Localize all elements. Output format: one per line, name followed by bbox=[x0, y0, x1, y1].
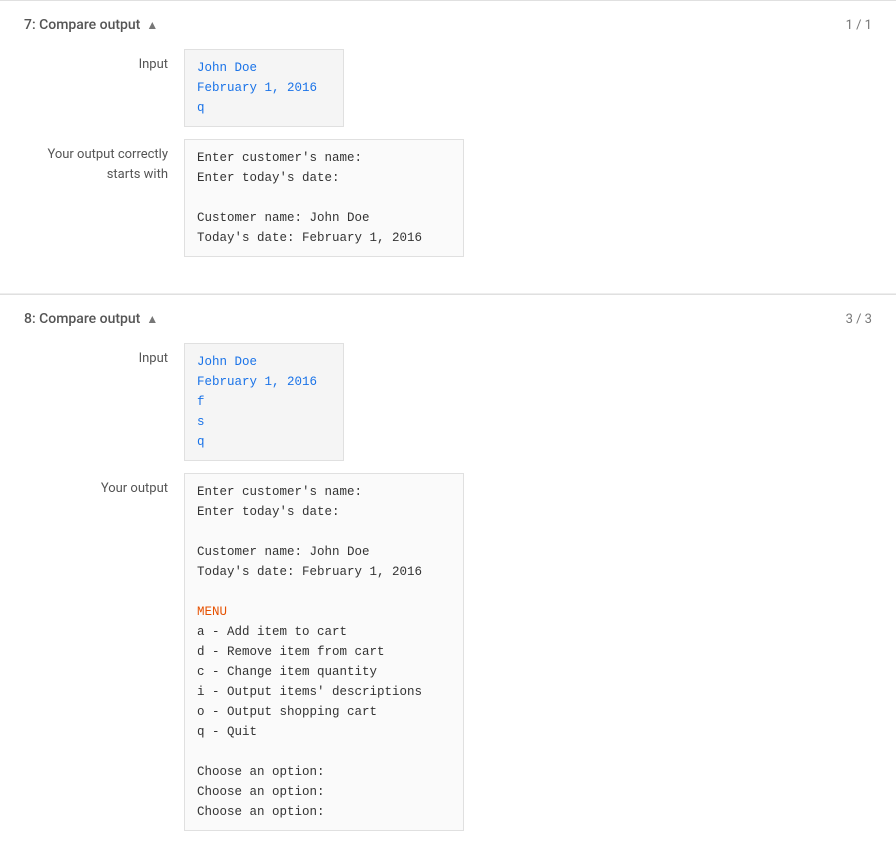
section-7-header: 7: Compare output ▲ 1 / 1 bbox=[24, 17, 872, 33]
section-8-input-box: John Doe February 1, 2016 f s q bbox=[184, 343, 344, 461]
section-8-output-label: Your output bbox=[24, 473, 184, 499]
section-8-input-f: f bbox=[197, 395, 205, 409]
section-8-menu-i: i - Output items' descriptions bbox=[197, 685, 422, 699]
section-8-menu-c: c - Change item quantity bbox=[197, 665, 377, 679]
section-7-title[interactable]: 7: Compare output ▲ bbox=[24, 17, 158, 33]
section-8-input-s: s bbox=[197, 415, 205, 429]
section-8-menu-label: MENU bbox=[197, 605, 227, 619]
section-8-choose-1: Choose an option: bbox=[197, 765, 325, 779]
section-8-input-name: John Doe bbox=[197, 355, 257, 369]
section-7-output-line1: Enter customer's name: bbox=[197, 151, 362, 165]
section-7-output-box: Enter customer's name: Enter today's dat… bbox=[184, 139, 464, 257]
section-8-out-line2: Enter today's date: bbox=[197, 505, 340, 519]
section-8-menu-q: q - Quit bbox=[197, 725, 257, 739]
section-8-count: 3 / 3 bbox=[846, 312, 872, 327]
section-8-out-line1: Enter customer's name: bbox=[197, 485, 362, 499]
section-7-input-date: February 1, 2016 bbox=[197, 81, 317, 95]
section-7-output-row: Your output correctly starts with Enter … bbox=[24, 139, 872, 257]
section-7: 7: Compare output ▲ 1 / 1 Input John Doe… bbox=[0, 0, 896, 293]
section-7-input-q: q bbox=[197, 101, 205, 115]
section-8-menu-o: o - Output shopping cart bbox=[197, 705, 377, 719]
section-8-menu-d: d - Remove item from cart bbox=[197, 645, 385, 659]
section-8-output-row: Your output Enter customer's name: Enter… bbox=[24, 473, 872, 831]
section-7-chevron: ▲ bbox=[146, 18, 158, 32]
section-8-choose-3: Choose an option: bbox=[197, 805, 325, 819]
section-7-input-box: John Doe February 1, 2016 q bbox=[184, 49, 344, 127]
section-8-title[interactable]: 8: Compare output ▲ bbox=[24, 311, 158, 327]
section-8-menu-a: a - Add item to cart bbox=[197, 625, 347, 639]
section-8-output-box: Enter customer's name: Enter today's dat… bbox=[184, 473, 464, 831]
section-8-header: 8: Compare output ▲ 3 / 3 bbox=[24, 311, 872, 327]
section-8-input-q: q bbox=[197, 435, 205, 449]
section-8-title-text: 8: Compare output bbox=[24, 311, 140, 327]
section-7-output-label: Your output correctly starts with bbox=[24, 139, 184, 184]
section-7-output-line2: Enter today's date: bbox=[197, 171, 340, 185]
section-7-title-text: 7: Compare output bbox=[24, 17, 140, 33]
section-7-output-line3: Customer name: John Doe bbox=[197, 211, 370, 225]
page-container: 7: Compare output ▲ 1 / 1 Input John Doe… bbox=[0, 0, 896, 867]
section-7-input-name: John Doe bbox=[197, 61, 257, 75]
section-8-input-label: Input bbox=[24, 343, 184, 369]
section-8-input-row: Input John Doe February 1, 2016 f s q bbox=[24, 343, 872, 461]
section-8-input-date: February 1, 2016 bbox=[197, 375, 317, 389]
section-8-out-line4: Today's date: February 1, 2016 bbox=[197, 565, 422, 579]
section-7-input-label: Input bbox=[24, 49, 184, 75]
section-7-output-line4: Today's date: February 1, 2016 bbox=[197, 231, 422, 245]
section-7-input-row: Input John Doe February 1, 2016 q bbox=[24, 49, 872, 127]
section-8: 8: Compare output ▲ 3 / 3 Input John Doe… bbox=[0, 294, 896, 867]
section-8-out-line3: Customer name: John Doe bbox=[197, 545, 370, 559]
section-8-chevron: ▲ bbox=[146, 312, 158, 326]
section-7-count: 1 / 1 bbox=[846, 18, 872, 33]
